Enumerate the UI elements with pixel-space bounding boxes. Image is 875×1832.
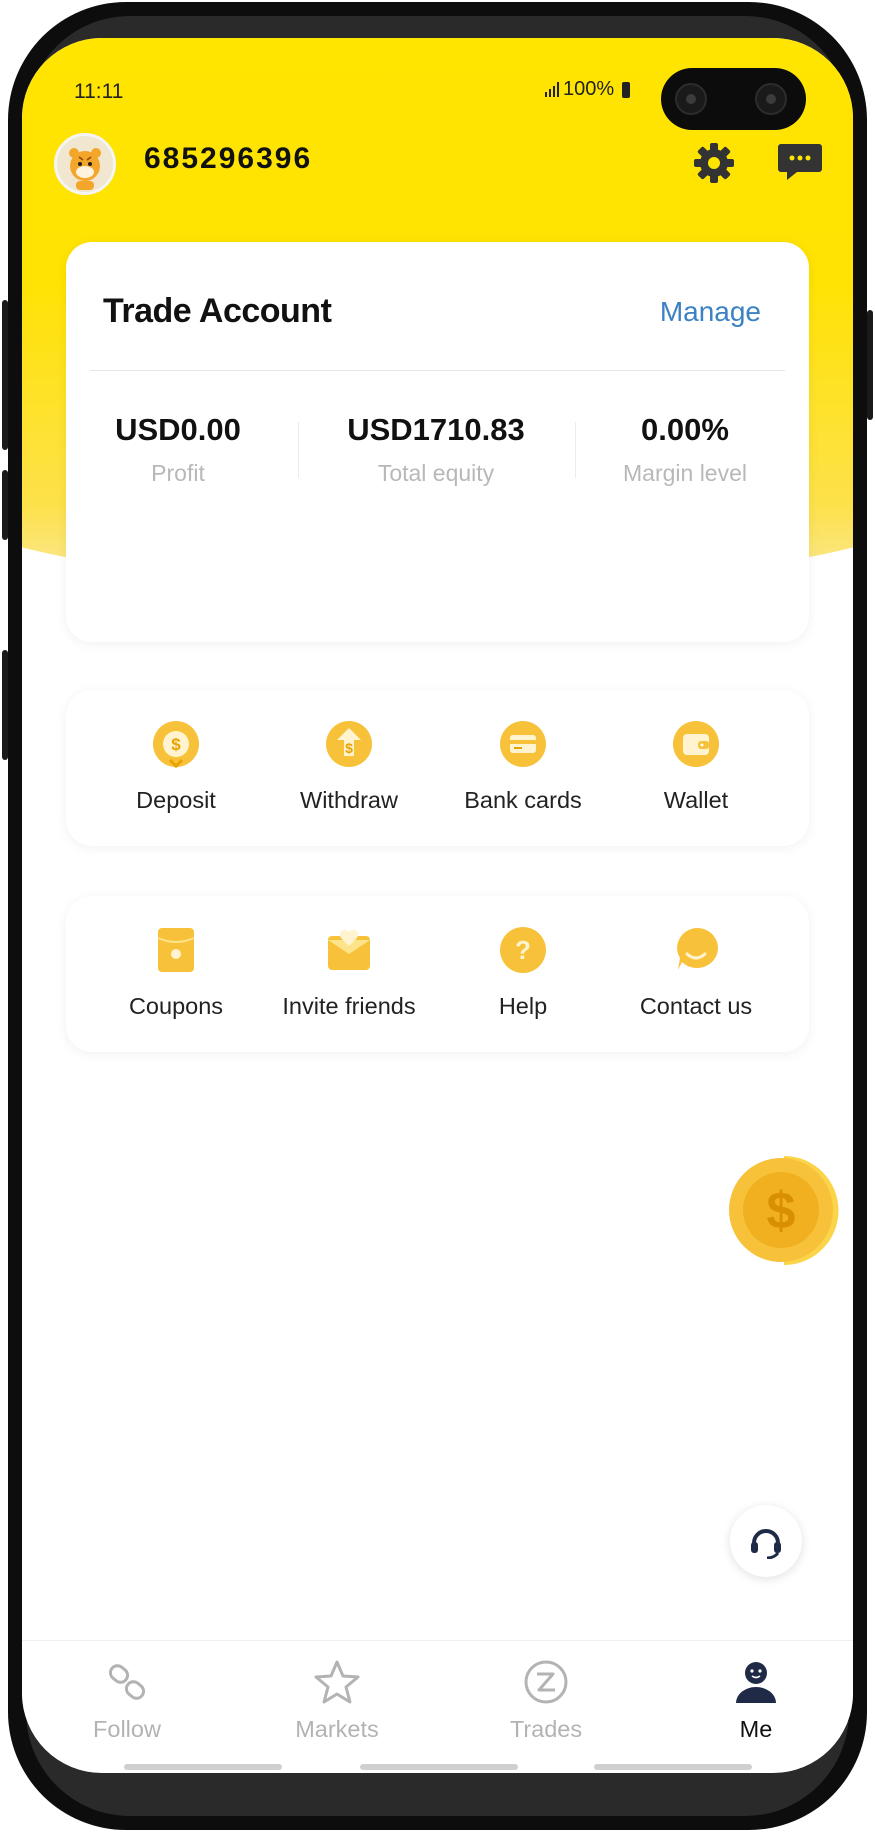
menu-item-label: Coupons bbox=[128, 993, 224, 1019]
camera-cutout bbox=[661, 68, 806, 130]
gear-icon[interactable] bbox=[690, 139, 738, 187]
wallet-icon bbox=[673, 721, 719, 767]
power-button bbox=[867, 310, 873, 420]
menu-item-bank-cards[interactable]: Bank cards bbox=[438, 720, 608, 814]
phone-frame: 11:11 100% 685296396 Trade Account Manag… bbox=[0, 0, 875, 1832]
dollar-coin-icon[interactable]: $ bbox=[729, 1153, 839, 1268]
menu-item-label: Invite friends bbox=[282, 993, 416, 1019]
stat-profit: USD0.00 Profit bbox=[58, 412, 298, 487]
nav-tab-label: Me bbox=[739, 1716, 773, 1742]
app-screen: 11:11 100% 685296396 Trade Account Manag… bbox=[22, 38, 853, 1773]
system-nav-bar-left[interactable] bbox=[124, 1764, 282, 1770]
status-time: 11:11 bbox=[74, 80, 124, 103]
menu-item-label: Help bbox=[498, 993, 548, 1019]
funds-menu-card: $ Deposit $ Withdraw Bank cards Wallet bbox=[66, 690, 809, 846]
menu-item-label: Bank cards bbox=[464, 787, 582, 813]
card-divider bbox=[90, 370, 785, 371]
user-id: 685296396 bbox=[144, 142, 313, 175]
battery-icon bbox=[622, 81, 631, 98]
stat-label: Profit bbox=[151, 460, 205, 486]
svg-text:$: $ bbox=[767, 1182, 796, 1240]
stat-label: Total equity bbox=[377, 460, 495, 486]
menu-item-invite-friends[interactable]: Invite friends bbox=[264, 926, 434, 1020]
camera-lens-icon bbox=[755, 83, 787, 115]
tiger-avatar-icon bbox=[69, 148, 101, 190]
trade-account-card: Trade Account Manage USD0.00 Profit USD1… bbox=[66, 242, 809, 642]
nav-tab-label: Markets bbox=[295, 1716, 379, 1742]
help-icon: ? bbox=[500, 927, 546, 973]
message-icon[interactable] bbox=[777, 138, 823, 184]
svg-text:$: $ bbox=[345, 740, 353, 756]
menu-item-help[interactable]: ? Help bbox=[438, 926, 608, 1020]
stat-margin-level: 0.00% Margin level bbox=[565, 412, 805, 487]
nav-tab-label: Follow bbox=[93, 1716, 161, 1742]
stat-value: USD1710.83 bbox=[347, 412, 525, 447]
battery-percent: 100% bbox=[563, 78, 615, 100]
camera-lens-icon bbox=[675, 83, 707, 115]
menu-item-label: Contact us bbox=[639, 993, 753, 1019]
status-indicators: 100% bbox=[545, 78, 631, 101]
avatar[interactable] bbox=[54, 133, 116, 195]
invite-icon bbox=[328, 929, 370, 970]
service-menu-card: Coupons Invite friends ? Help Contact us bbox=[66, 896, 809, 1052]
stat-value: 0.00% bbox=[641, 412, 729, 447]
chat-bubble-icon bbox=[677, 927, 718, 970]
stat-label: Margin level bbox=[623, 460, 747, 486]
bottom-navigation: Follow Markets Trades Me bbox=[22, 1640, 853, 1771]
system-nav-bar-right[interactable] bbox=[594, 1764, 752, 1770]
link-icon bbox=[108, 1664, 146, 1700]
stat-total-equity: USD1710.83 Total equity bbox=[316, 412, 556, 487]
manage-link[interactable]: Manage bbox=[660, 296, 761, 328]
menu-item-coupons[interactable]: Coupons bbox=[91, 926, 261, 1020]
nav-tab-me[interactable]: Me bbox=[681, 1659, 831, 1743]
menu-item-deposit[interactable]: $ Deposit bbox=[91, 720, 261, 814]
menu-item-label: Deposit bbox=[136, 787, 216, 813]
menu-item-wallet[interactable]: Wallet bbox=[611, 720, 781, 814]
trade-account-title: Trade Account bbox=[103, 292, 332, 330]
trades-icon bbox=[524, 1660, 568, 1704]
svg-text:$: $ bbox=[171, 735, 181, 754]
stat-value: USD0.00 bbox=[115, 412, 241, 447]
menu-item-contact-us[interactable]: Contact us bbox=[611, 926, 781, 1020]
star-icon bbox=[314, 1660, 360, 1704]
svg-text:?: ? bbox=[515, 935, 531, 965]
nav-tab-label: Trades bbox=[509, 1716, 583, 1742]
bank-card-icon bbox=[500, 721, 546, 767]
menu-item-label: Withdraw bbox=[300, 787, 398, 813]
menu-item-withdraw[interactable]: $ Withdraw bbox=[264, 720, 434, 814]
person-icon bbox=[736, 1662, 776, 1703]
stat-separator bbox=[298, 422, 299, 478]
nav-tab-follow[interactable]: Follow bbox=[52, 1659, 202, 1743]
menu-item-label: Wallet bbox=[663, 787, 729, 813]
coupon-icon bbox=[157, 928, 195, 972]
withdraw-icon: $ bbox=[326, 721, 372, 767]
signal-icon bbox=[545, 82, 559, 97]
deposit-icon: $ bbox=[153, 721, 199, 769]
customer-support-button[interactable] bbox=[730, 1505, 802, 1577]
system-nav-bar-home[interactable] bbox=[360, 1764, 518, 1770]
headset-icon bbox=[751, 1529, 781, 1559]
nav-tab-trades[interactable]: Trades bbox=[471, 1659, 621, 1743]
nav-tab-markets[interactable]: Markets bbox=[262, 1659, 412, 1743]
